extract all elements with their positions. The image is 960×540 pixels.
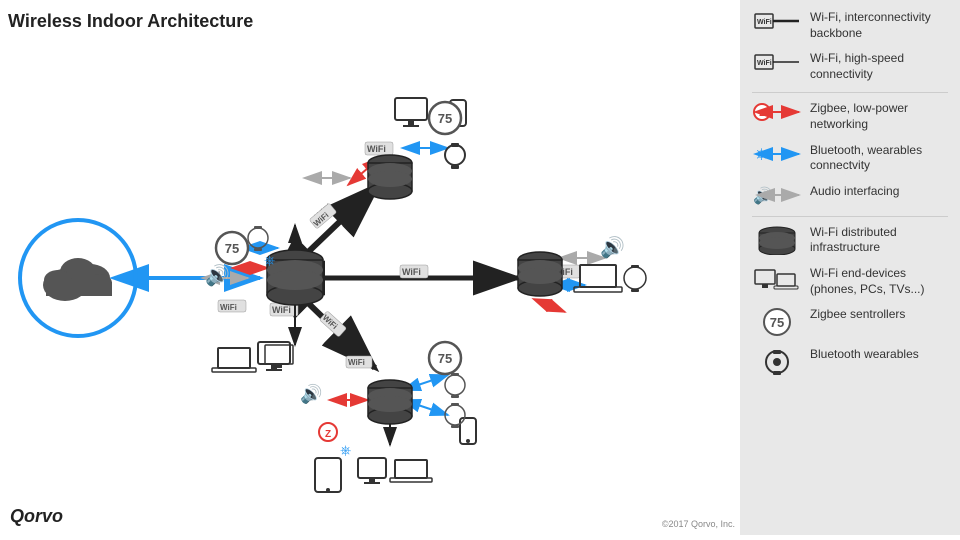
legend-item-wifi-backbone: WiFi Wi-Fi, interconnectivity backbone bbox=[752, 10, 948, 41]
legend-text-bt-wearables: Bluetooth wearables bbox=[810, 347, 919, 363]
svg-text:WiFi: WiFi bbox=[348, 358, 365, 367]
svg-text:⎈: ⎈ bbox=[755, 146, 768, 163]
legend-icon-bluetooth: ⎈ bbox=[752, 143, 802, 165]
legend-text-audio: Audio interfacing bbox=[810, 184, 899, 200]
svg-text:⎈: ⎈ bbox=[264, 252, 275, 268]
legend-text-zigbee: Zigbee, low-power networking bbox=[810, 101, 948, 132]
svg-text:WiFi: WiFi bbox=[402, 267, 421, 277]
svg-text:WiFi: WiFi bbox=[272, 305, 291, 315]
svg-text:🔊: 🔊 bbox=[300, 383, 322, 405]
legend-item-bluetooth: ⎈ Bluetooth, wearables connectvity bbox=[752, 143, 948, 174]
legend-item-wifi-devices: Wi-Fi end-devices (phones, PCs, TVs...) bbox=[752, 266, 948, 297]
legend-icon-wifi-backbone: WiFi bbox=[752, 10, 802, 32]
diagram-area: WiFi WiFi WiFi WiFi WiFi WiFi WiFi WiFi bbox=[0, 0, 740, 535]
legend-text-wifi-backbone: Wi-Fi, interconnectivity backbone bbox=[810, 10, 948, 41]
legend-item-wifi-infra: Wi-Fi distributed infrastructure bbox=[752, 225, 948, 256]
legend-icon-audio: 🔊 bbox=[752, 184, 802, 206]
legend-text-wifi-devices: Wi-Fi end-devices (phones, PCs, TVs...) bbox=[810, 266, 948, 297]
legend-icon-zigbee-sentrollers: 75 bbox=[752, 307, 802, 337]
legend-text-zigbee-sentrollers: Zigbee sentrollers bbox=[810, 307, 905, 323]
legend-text-bluetooth: Bluetooth, wearables connectvity bbox=[810, 143, 948, 174]
svg-text:Z: Z bbox=[325, 429, 331, 440]
legend-icon-wifi-highspeed: WiFi bbox=[752, 51, 802, 73]
svg-text:75: 75 bbox=[438, 351, 452, 366]
svg-text:75: 75 bbox=[438, 111, 452, 126]
legend-panel: WiFi Wi-Fi, interconnectivity backbone W… bbox=[740, 0, 960, 535]
legend-text-wifi-infra: Wi-Fi distributed infrastructure bbox=[810, 225, 948, 256]
legend-text-wifi-highspeed: Wi-Fi, high-speed connectivity bbox=[810, 51, 948, 82]
svg-text:🔊: 🔊 bbox=[753, 186, 773, 205]
svg-text:75: 75 bbox=[770, 315, 784, 330]
legend-icon-wifi-infra bbox=[752, 225, 802, 255]
legend-item-wifi-highspeed: WiFi Wi-Fi, high-speed connectivity bbox=[752, 51, 948, 82]
svg-text:WiFi: WiFi bbox=[220, 303, 237, 312]
legend-icon-bt-wearables bbox=[752, 347, 802, 377]
copyright: ©2017 Qorvo, Inc. bbox=[662, 519, 735, 529]
legend-item-zigbee: Z Zigbee, low-power networking bbox=[752, 101, 948, 132]
legend-icon-zigbee: Z bbox=[752, 101, 802, 123]
svg-text:75: 75 bbox=[225, 241, 239, 256]
legend-item-audio: 🔊 Audio interfacing bbox=[752, 184, 948, 206]
svg-text:🔊: 🔊 bbox=[205, 263, 230, 287]
svg-text:Z: Z bbox=[759, 108, 765, 118]
svg-text:WiFi: WiFi bbox=[367, 144, 386, 154]
logo: Qorvo bbox=[10, 506, 63, 527]
svg-text:WiFi: WiFi bbox=[757, 19, 772, 26]
legend-item-bt-wearables: Bluetooth wearables bbox=[752, 347, 948, 377]
svg-text:WiFi: WiFi bbox=[757, 60, 772, 67]
legend-icon-wifi-devices bbox=[752, 266, 802, 296]
svg-text:🔊: 🔊 bbox=[600, 235, 625, 259]
svg-text:⎈: ⎈ bbox=[340, 442, 351, 458]
legend-item-zigbee-sentrollers: 75 Zigbee sentrollers bbox=[752, 307, 948, 337]
